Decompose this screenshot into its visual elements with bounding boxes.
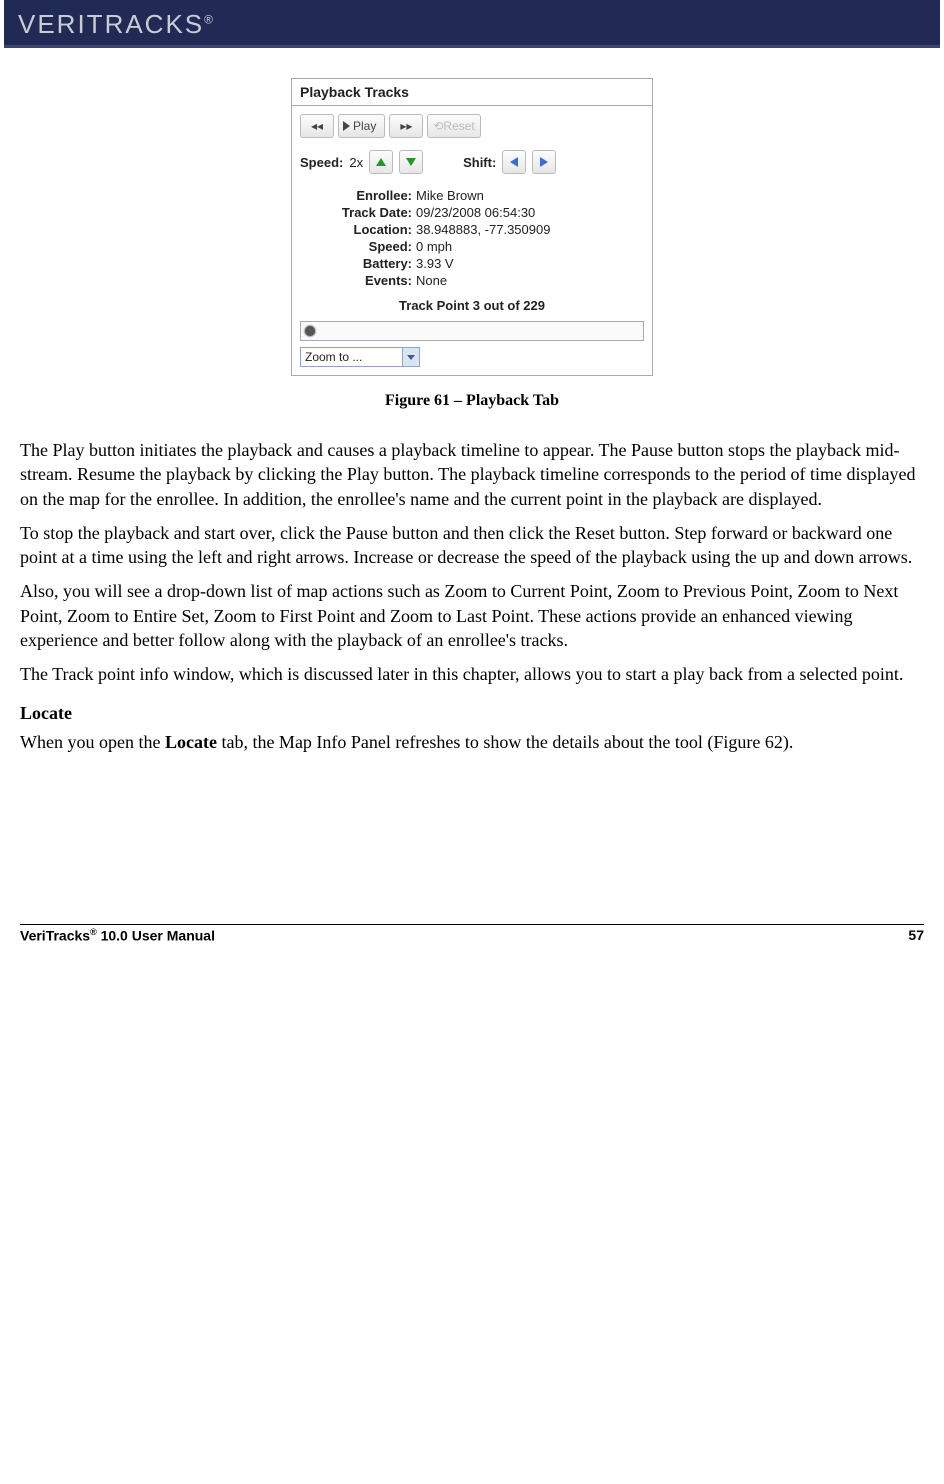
trackpoint-status: Track Point 3 out of 229 xyxy=(300,298,644,313)
zoom-dropdown-label: Zoom to ... xyxy=(305,350,362,364)
battery-value: 3.93 V xyxy=(416,256,454,271)
brand-name: VERITRACKS xyxy=(18,9,204,39)
trackdate-value: 09/23/2008 06:54:30 xyxy=(416,205,535,220)
speed-field-value: 0 mph xyxy=(416,239,452,254)
locate-text-c: tab, the Map Info Panel refreshes to sho… xyxy=(217,732,793,752)
arrow-right-icon xyxy=(540,157,548,167)
body-text: The Play button initiates the playback a… xyxy=(20,438,924,754)
forward-button[interactable]: ▸▸ xyxy=(389,114,423,138)
play-button[interactable]: Play xyxy=(338,114,385,138)
footer-manual: 10.0 User Manual xyxy=(97,928,215,944)
panel-title: Playback Tracks xyxy=(292,79,652,106)
battery-label: Battery: xyxy=(304,256,416,271)
locate-text-bold: Locate xyxy=(165,732,217,752)
locate-heading: Locate xyxy=(20,703,924,724)
events-value: None xyxy=(416,273,447,288)
rewind-button[interactable]: ◂◂ xyxy=(300,114,334,138)
speed-field-label: Speed: xyxy=(304,239,416,254)
events-label: Events: xyxy=(304,273,416,288)
reset-button[interactable]: ⟲ Reset xyxy=(427,114,480,138)
zoom-dropdown[interactable]: Zoom to ... xyxy=(300,347,420,367)
arrow-down-icon xyxy=(406,158,416,166)
forward-icon: ▸▸ xyxy=(400,119,412,133)
arrow-left-icon xyxy=(510,157,518,167)
progress-bar[interactable] xyxy=(300,321,644,341)
paragraph-1: The Play button initiates the playback a… xyxy=(20,438,924,511)
arrow-up-icon xyxy=(376,158,386,166)
paragraph-3: Also, you will see a drop-down list of m… xyxy=(20,579,924,652)
location-value: 38.948883, -77.350909 xyxy=(416,222,550,237)
playback-toolbar: ◂◂ Play ▸▸ ⟲ Reset xyxy=(300,114,644,138)
chevron-down-icon xyxy=(402,348,419,366)
playback-panel: Playback Tracks ◂◂ Play ▸▸ ⟲ Reset Speed… xyxy=(291,78,653,376)
footer-left: VeriTracks® 10.0 User Manual xyxy=(20,927,215,944)
locate-paragraph: When you open the Locate tab, the Map In… xyxy=(20,730,924,754)
figure-caption: Figure 61 – Playback Tab xyxy=(20,392,924,410)
location-label: Location: xyxy=(304,222,416,237)
detail-fields: Enrollee:Mike Brown Track Date:09/23/200… xyxy=(304,188,644,288)
page-footer: VeriTracks® 10.0 User Manual 57 xyxy=(20,924,924,944)
trackdate-label: Track Date: xyxy=(304,205,416,220)
speed-label: Speed: xyxy=(300,155,343,170)
speed-value: 2x xyxy=(349,155,363,170)
speed-shift-row: Speed: 2x Shift: xyxy=(300,150,644,174)
paragraph-2: To stop the playback and start over, cli… xyxy=(20,521,924,570)
progress-handle-icon[interactable] xyxy=(305,326,315,336)
enrollee-value: Mike Brown xyxy=(416,188,484,203)
play-icon xyxy=(343,121,350,131)
locate-text-a: When you open the xyxy=(20,732,165,752)
shift-label: Shift: xyxy=(463,155,496,170)
rewind-icon: ◂◂ xyxy=(311,119,323,133)
reset-label: Reset xyxy=(443,119,474,133)
play-label: Play xyxy=(353,119,376,133)
brand-header: VERITRACKS® xyxy=(4,0,940,48)
paragraph-4: The Track point info window, which is di… xyxy=(20,662,924,686)
enrollee-label: Enrollee: xyxy=(304,188,416,203)
shift-right-button[interactable] xyxy=(532,150,556,174)
footer-page-number: 57 xyxy=(908,927,924,944)
footer-reg-icon: ® xyxy=(90,927,97,937)
brand-reg: ® xyxy=(204,12,213,26)
shift-left-button[interactable] xyxy=(502,150,526,174)
speed-down-button[interactable] xyxy=(399,150,423,174)
speed-up-button[interactable] xyxy=(369,150,393,174)
reset-icon: ⟲ xyxy=(433,119,443,133)
footer-product: VeriTracks xyxy=(20,928,90,944)
